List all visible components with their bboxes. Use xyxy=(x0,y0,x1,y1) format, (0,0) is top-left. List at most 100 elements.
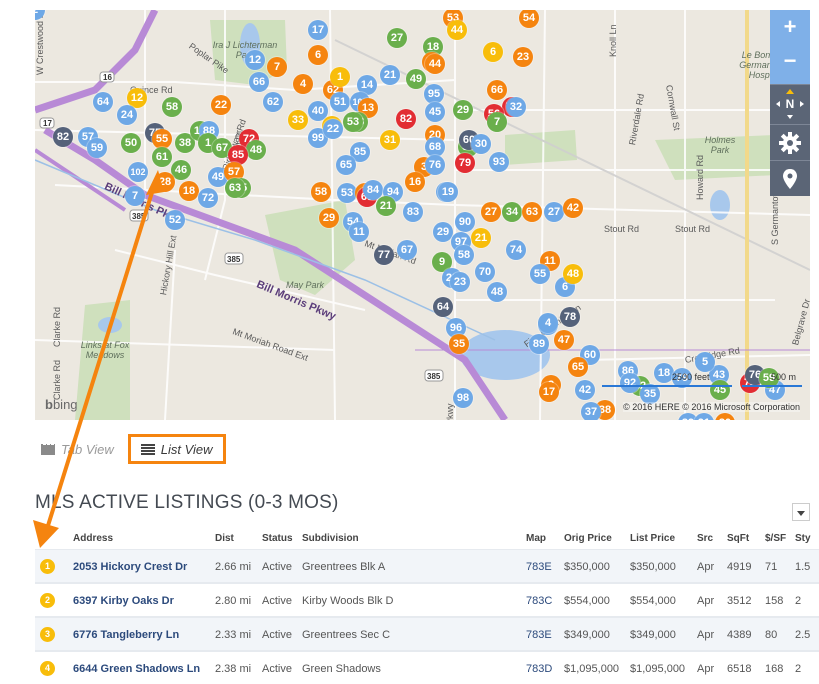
listing-marker[interactable]: 62 xyxy=(263,92,283,112)
listing-marker[interactable]: 21 xyxy=(471,228,491,248)
listing-marker[interactable]: 67 xyxy=(397,240,417,260)
listing-marker[interactable]: 74 xyxy=(506,240,526,260)
table-row[interactable]: 2 6397 Kirby Oaks Dr 2.80 mi Active Kirby Wo… xyxy=(35,584,819,618)
listing-marker[interactable]: 27 xyxy=(387,28,407,48)
listing-marker[interactable]: 29 xyxy=(453,100,473,120)
listing-marker[interactable]: 5 xyxy=(695,352,715,372)
listing-marker[interactable]: 79 xyxy=(455,153,475,173)
listing-marker[interactable]: 29 xyxy=(319,208,339,228)
listing-marker[interactable]: 27 xyxy=(544,202,564,222)
listing-marker[interactable]: 76 xyxy=(425,155,445,175)
listing-marker[interactable]: 24 xyxy=(117,105,137,125)
zoom-in-button[interactable]: + xyxy=(770,14,810,40)
listing-marker[interactable]: 44 xyxy=(425,54,445,74)
listing-marker[interactable]: 48 xyxy=(487,282,507,302)
col-sqft[interactable]: SqFt xyxy=(727,530,749,548)
listing-marker[interactable]: 78 xyxy=(560,307,580,327)
listing-marker[interactable]: 17 xyxy=(308,20,328,40)
col-dist[interactable]: Dist xyxy=(215,530,234,548)
listing-marker[interactable]: 52 xyxy=(165,210,185,230)
listings-map[interactable]: 16 17 385 385 385 Quince Rd W Crestwood D… xyxy=(35,10,810,420)
listing-marker[interactable]: 34 xyxy=(502,202,522,222)
listing-marker[interactable]: 64 xyxy=(93,92,113,112)
listing-marker[interactable]: 11 xyxy=(349,222,369,242)
listing-marker[interactable]: 22 xyxy=(323,119,343,139)
listing-marker[interactable]: 49 xyxy=(406,69,426,89)
listing-marker[interactable]: 27 xyxy=(481,202,501,222)
listing-marker[interactable]: 70 xyxy=(475,262,495,282)
map-link[interactable]: 783D xyxy=(526,652,552,684)
listing-marker[interactable]: 98 xyxy=(453,388,473,408)
listing-marker[interactable]: 6 xyxy=(483,42,503,62)
listing-marker[interactable]: 44 xyxy=(447,20,467,40)
locate-button[interactable] xyxy=(770,160,810,196)
pan-down-icon[interactable] xyxy=(787,115,793,119)
listing-marker[interactable]: 93 xyxy=(489,152,509,172)
col-src[interactable]: Src xyxy=(697,530,713,548)
listing-marker[interactable]: 47 xyxy=(554,330,574,350)
listing-marker[interactable]: 7 xyxy=(125,186,145,206)
listing-marker[interactable]: 23 xyxy=(513,47,533,67)
listing-marker[interactable]: 53 xyxy=(343,112,363,132)
listing-marker[interactable]: 64 xyxy=(433,297,453,317)
listing-marker[interactable]: 7 xyxy=(487,112,507,132)
listing-marker[interactable]: 30 xyxy=(471,134,491,154)
listing-marker[interactable]: 48 xyxy=(563,264,583,284)
map-link[interactable]: 783E xyxy=(526,550,552,584)
col-orig-price[interactable]: Orig Price xyxy=(564,530,612,548)
listing-marker[interactable]: 21 xyxy=(376,196,396,216)
listing-marker[interactable]: 18 xyxy=(179,181,199,201)
map-link[interactable]: 783E xyxy=(526,618,552,652)
listing-marker[interactable]: 29 xyxy=(433,222,453,242)
table-row[interactable]: 4 6644 Green Shadows Ln 2.38 mi Active Green… xyxy=(35,652,819,684)
listing-marker[interactable]: 77 xyxy=(374,245,394,265)
listing-marker[interactable]: 23 xyxy=(450,272,470,292)
listing-marker[interactable]: 19 xyxy=(438,182,458,202)
pan-up-icon[interactable] xyxy=(786,89,794,94)
listing-marker[interactable]: 35 xyxy=(449,334,469,354)
listing-marker[interactable]: 45 xyxy=(425,102,445,122)
listing-marker[interactable]: 42 xyxy=(563,198,583,218)
listing-marker[interactable]: 21 xyxy=(380,65,400,85)
listing-marker[interactable]: 42 xyxy=(575,380,595,400)
listing-marker[interactable]: 16 xyxy=(405,172,425,192)
listing-marker[interactable]: 4 xyxy=(538,313,558,333)
listing-marker[interactable]: 59 xyxy=(87,138,107,158)
listing-marker[interactable]: 48 xyxy=(246,140,266,160)
listing-marker[interactable]: 82 xyxy=(53,127,73,147)
list-view-tab[interactable]: List View xyxy=(127,434,226,464)
listing-marker[interactable]: 63 xyxy=(225,178,245,198)
address-link[interactable]: 6776 Tangleberry Ln xyxy=(73,618,179,652)
listing-marker[interactable]: 37 xyxy=(581,402,601,420)
col-map[interactable]: Map xyxy=(526,530,546,548)
listing-marker[interactable]: 82 xyxy=(396,109,416,129)
listing-marker[interactable]: 7 xyxy=(267,57,287,77)
listing-marker[interactable]: 33 xyxy=(288,110,308,130)
listing-marker[interactable]: 31 xyxy=(380,130,400,150)
listing-marker[interactable]: 102 xyxy=(128,162,148,182)
listing-marker[interactable]: 22 xyxy=(211,95,231,115)
listing-marker[interactable]: 1 xyxy=(330,67,350,87)
listing-marker[interactable]: 55 xyxy=(530,264,550,284)
listing-marker[interactable]: 17 xyxy=(539,382,559,402)
listing-marker[interactable]: 58 xyxy=(311,182,331,202)
col-subdivision[interactable]: Subdivision xyxy=(302,530,359,548)
listing-marker[interactable]: 90 xyxy=(455,212,475,232)
listing-marker[interactable]: 32 xyxy=(506,97,526,117)
col-price-per-sqft[interactable]: $/SF xyxy=(765,530,786,548)
listing-marker[interactable]: 51 xyxy=(330,92,350,112)
listing-marker[interactable]: 65 xyxy=(568,357,588,377)
listing-marker[interactable]: 72 xyxy=(198,188,218,208)
listing-marker[interactable]: 50 xyxy=(121,133,141,153)
listing-marker[interactable]: 6 xyxy=(308,45,328,65)
address-link[interactable]: 6397 Kirby Oaks Dr xyxy=(73,584,174,618)
listing-marker[interactable]: 63 xyxy=(522,202,542,222)
col-list-price[interactable]: List Price xyxy=(630,530,675,548)
listing-marker[interactable]: 58 xyxy=(162,97,182,117)
listing-marker[interactable]: 95 xyxy=(424,84,444,104)
table-row[interactable]: 3 6776 Tangleberry Ln 2.33 mi Active Greentr… xyxy=(35,618,819,652)
table-row[interactable]: 1 2053 Hickory Crest Dr 2.66 mi Active Green… xyxy=(35,550,819,584)
zoom-out-button[interactable]: − xyxy=(770,48,810,74)
listing-marker[interactable]: 53 xyxy=(337,183,357,203)
listing-marker[interactable]: 28 xyxy=(155,172,175,192)
